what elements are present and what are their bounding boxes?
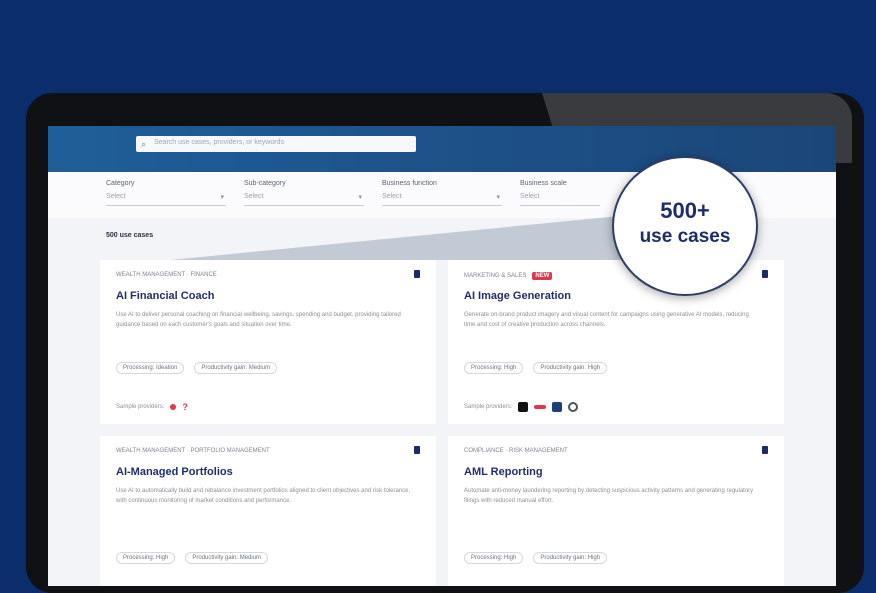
filter-select[interactable]: Select bbox=[520, 193, 600, 206]
filter-select[interactable]: Select ▾ bbox=[244, 193, 364, 206]
provider-logo-icon bbox=[568, 402, 579, 412]
providers-label: Sample providers: bbox=[464, 404, 513, 410]
bookmark-icon[interactable] bbox=[414, 446, 420, 454]
card-pill: Processing: High bbox=[464, 552, 524, 564]
chevron-down-icon: ▾ bbox=[496, 194, 500, 201]
search-input[interactable]: ⌕ Search use cases, providers, or keywor… bbox=[136, 136, 416, 152]
search-placeholder: Search use cases, providers, or keywords bbox=[154, 139, 284, 146]
filter-value: Select bbox=[382, 193, 402, 200]
use-case-card[interactable]: WEALTH MANAGEMENT · PORTFOLIO MANAGEMENT… bbox=[100, 436, 436, 586]
filter-business-scale[interactable]: Business scale Select bbox=[520, 180, 600, 206]
use-case-card[interactable]: MARKETING & SALES NEW AI Image Generation… bbox=[448, 260, 784, 424]
filter-business-function[interactable]: Business function Select ▾ bbox=[382, 180, 502, 206]
filter-label: Category bbox=[106, 180, 135, 187]
card-pill: Productivity gain: High bbox=[533, 552, 608, 564]
badge-number: 500+ bbox=[660, 198, 710, 223]
provider-logo-icon bbox=[170, 404, 177, 410]
filter-label: Business function bbox=[382, 180, 437, 187]
search-icon: ⌕ bbox=[141, 139, 147, 149]
card-title[interactable]: AI-Managed Portfolios bbox=[116, 466, 233, 478]
chevron-down-icon: ▾ bbox=[358, 194, 362, 201]
card-title[interactable]: AI Financial Coach bbox=[116, 290, 214, 302]
filter-value: Select bbox=[520, 193, 540, 200]
filter-subcategory[interactable]: Sub-category Select ▾ bbox=[244, 180, 364, 206]
badge-text: use cases bbox=[639, 226, 731, 247]
bookmark-icon[interactable] bbox=[762, 446, 768, 454]
card-tag: WEALTH MANAGEMENT · FINANCE bbox=[116, 272, 217, 278]
card-description: Use AI to deliver personal coaching on f… bbox=[116, 312, 401, 328]
provider-logo-icon: ? bbox=[182, 402, 188, 412]
filter-category[interactable]: Category Select ▾ bbox=[106, 180, 226, 206]
chevron-down-icon: ▾ bbox=[220, 194, 224, 201]
card-tag: COMPLIANCE · RISK MANAGEMENT bbox=[464, 448, 568, 454]
filter-select[interactable]: Select ▾ bbox=[382, 193, 502, 206]
card-title[interactable]: AI Image Generation bbox=[464, 290, 571, 302]
filter-label: Business scale bbox=[520, 180, 567, 187]
use-case-card[interactable]: COMPLIANCE · RISK MANAGEMENT AML Reporti… bbox=[448, 436, 784, 586]
card-description: Use AI to automatically build and rebala… bbox=[116, 488, 411, 504]
card-pill: Productivity gain: Medium bbox=[194, 362, 278, 374]
use-case-count-badge: 500+ use cases bbox=[612, 156, 758, 296]
highlight-beam bbox=[170, 214, 640, 260]
card-pill: Processing: High bbox=[464, 362, 524, 374]
providers-label: Sample providers: bbox=[116, 404, 165, 410]
card-description: Generate on-brand product imagery and vi… bbox=[464, 312, 749, 328]
card-tag: MARKETING & SALES NEW bbox=[464, 272, 553, 280]
card-title[interactable]: AML Reporting bbox=[464, 466, 543, 478]
card-pill: Productivity gain: High bbox=[533, 362, 608, 374]
new-badge: NEW bbox=[532, 272, 553, 280]
filter-value: Select bbox=[244, 193, 264, 200]
card-pill: Productivity gain: Medium bbox=[185, 552, 269, 564]
filter-select[interactable]: Select ▾ bbox=[106, 193, 226, 206]
filter-label: Sub-category bbox=[244, 180, 286, 187]
card-tag: WEALTH MANAGEMENT · PORTFOLIO MANAGEMENT bbox=[116, 448, 270, 454]
card-pill: Processing: Ideation bbox=[116, 362, 185, 374]
filter-value: Select bbox=[106, 193, 126, 200]
provider-logo-icon bbox=[534, 405, 547, 409]
card-tag-text: MARKETING & SALES bbox=[464, 273, 527, 279]
use-case-card[interactable]: WEALTH MANAGEMENT · FINANCE AI Financial… bbox=[100, 260, 436, 424]
card-description: Automate anti-money laundering reporting… bbox=[464, 488, 754, 504]
card-pill: Processing: High bbox=[116, 552, 176, 564]
results-count: 500 use cases bbox=[106, 232, 154, 239]
bookmark-icon[interactable] bbox=[762, 270, 768, 278]
provider-logo-icon bbox=[552, 402, 563, 412]
bookmark-icon[interactable] bbox=[414, 270, 420, 278]
provider-logo-icon bbox=[518, 402, 529, 412]
